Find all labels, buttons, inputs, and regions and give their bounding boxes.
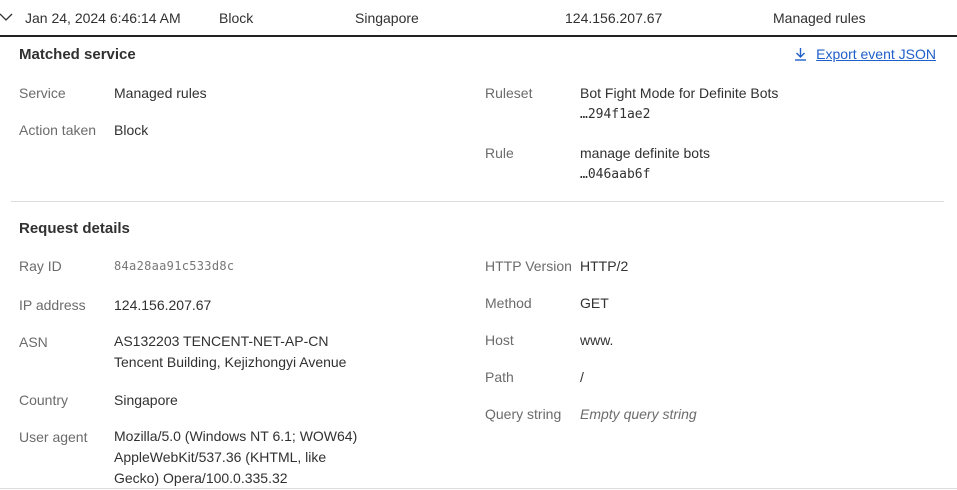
asn-line: AS132203 TENCENT-NET-AP-CN (114, 333, 329, 349)
path-label: Path (485, 369, 514, 385)
ruleset-id: …294f1ae2 (580, 107, 651, 122)
event-country: Singapore (355, 10, 419, 26)
user-agent-label: User agent (19, 429, 88, 445)
rule-label: Rule (485, 145, 514, 161)
method-label: Method (485, 295, 532, 311)
matched-service-title: Matched service (19, 46, 136, 63)
event-row[interactable]: Jan 24, 2024 6:46:14 AM Block Singapore … (0, 0, 957, 36)
rule-value: manage definite bots (580, 145, 710, 161)
ruleset-label: Ruleset (485, 85, 533, 101)
method-value: GET (580, 295, 609, 311)
asn-label: ASN (19, 334, 48, 350)
country-label: Country (19, 392, 69, 408)
host-label: Host (485, 332, 514, 348)
ray-id-label: Ray ID (19, 258, 62, 274)
service-label: Service (19, 85, 66, 101)
export-event-json[interactable]: Export event JSON (794, 46, 936, 62)
query-string-value: Empty query string (580, 406, 697, 422)
service-value: Managed rules (114, 85, 207, 101)
user-agent-line: AppleWebKit/537.36 (KHTML, like (114, 449, 327, 465)
ruleset-value: Bot Fight Mode for Definite Bots (580, 85, 779, 101)
rule-id: …046aab6f (580, 167, 651, 182)
ray-id-value: 84a28aa91c533d8c (114, 259, 235, 273)
country-value: Singapore (114, 392, 178, 408)
query-string-label: Query string (485, 406, 562, 422)
user-agent-line: Mozilla/5.0 (Windows NT 6.1; WOW64) (114, 428, 358, 444)
user-agent-value: Mozilla/5.0 (Windows NT 6.1; WOW64) Appl… (114, 426, 357, 489)
chevron-down-icon[interactable] (0, 10, 13, 24)
event-service: Managed rules (773, 10, 866, 26)
http-version-label: HTTP Version (485, 258, 572, 274)
ip-address-label: IP address (19, 297, 86, 313)
asn-line: Tencent Building, Kejizhongyi Avenue (114, 354, 347, 370)
request-details-title: Request details (19, 220, 130, 237)
user-agent-line: Gecko) Opera/100.0.335.32 (114, 470, 288, 486)
event-timestamp: Jan 24, 2024 6:46:14 AM (25, 10, 181, 26)
ip-address-value: 124.156.207.67 (114, 297, 212, 313)
section-divider (11, 201, 944, 202)
event-action: Block (219, 10, 254, 26)
action-taken-value: Block (114, 122, 149, 138)
export-event-json-link[interactable]: Export event JSON (816, 46, 936, 62)
asn-value: AS132203 TENCENT-NET-AP-CN Tencent Build… (114, 331, 346, 373)
http-version-value: HTTP/2 (580, 258, 629, 274)
host-value: www. (580, 332, 614, 348)
bottom-divider (0, 488, 957, 489)
row-divider (0, 35, 957, 37)
path-value: / (580, 369, 584, 385)
download-icon (795, 48, 807, 61)
event-ip: 124.156.207.67 (565, 10, 663, 26)
action-taken-label: Action taken (19, 122, 97, 138)
